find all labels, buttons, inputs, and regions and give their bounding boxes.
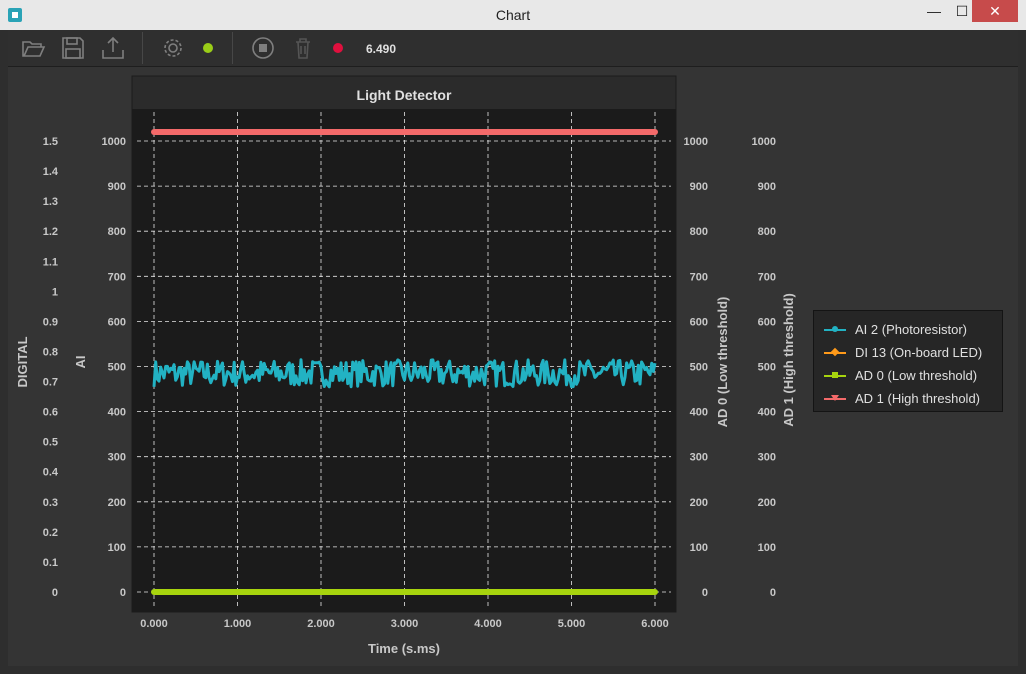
- ad1-tick-label: 700: [758, 271, 776, 283]
- digital-axis-label: DIGITAL: [15, 336, 30, 387]
- plot-background: [132, 109, 676, 612]
- diamond-marker-icon: [830, 347, 840, 357]
- legend-item-di13[interactable]: DI 13 (On-board LED): [824, 342, 1004, 364]
- triangle-marker-icon: [831, 395, 839, 401]
- ad0-tick-label: 200: [690, 497, 708, 509]
- legend-label: AD 1 (High threshold): [855, 391, 980, 406]
- ad0-tick-label: 400: [690, 407, 708, 419]
- digital-tick-label: 1: [52, 286, 58, 298]
- legend-label: AD 0 (Low threshold): [855, 368, 978, 383]
- ad1-axis-label: AD 1 (High threshold): [781, 293, 796, 427]
- x-tick-label: 6.000: [641, 618, 669, 630]
- chart-legend: AI 2 (Photoresistor) DI 13 (On-board LED…: [813, 310, 1003, 412]
- ad0-axis-label: AD 0 (Low threshold): [715, 297, 730, 428]
- chart-title: Light Detector: [357, 87, 452, 103]
- ad0-tick-label: 500: [690, 362, 708, 374]
- x-tick-label: 1.000: [224, 618, 252, 630]
- digital-tick-label: 1.2: [43, 226, 58, 238]
- ai-axis-label: AI: [73, 356, 88, 369]
- square-marker-icon: [832, 372, 838, 378]
- digital-tick-label: 1.5: [43, 136, 58, 148]
- circle-marker-icon: [832, 326, 838, 332]
- ad1-tick-label: 400: [758, 407, 776, 419]
- legend-label: DI 13 (On-board LED): [855, 345, 983, 360]
- x-tick-label: 0.000: [140, 618, 168, 630]
- ai-tick-label: 1000: [102, 136, 126, 148]
- digital-tick-label: 0.3: [43, 497, 58, 509]
- ai-tick-label: 700: [108, 271, 126, 283]
- digital-tick-label: 1.4: [43, 166, 59, 178]
- x-tick-label: 5.000: [558, 618, 586, 630]
- digital-tick-label: 1.1: [43, 256, 58, 268]
- ad0-tick-label: 900: [690, 181, 708, 193]
- ad1-tick-label: 500: [758, 362, 776, 374]
- digital-tick-label: 0.5: [43, 437, 58, 449]
- digital-tick-label: 0.8: [43, 346, 58, 358]
- digital-tick-label: 0.1: [43, 557, 58, 569]
- ai-tick-label: 300: [108, 452, 126, 464]
- legend-label: AI 2 (Photoresistor): [855, 322, 967, 337]
- ai-tick-label: 600: [108, 316, 126, 328]
- x-axis-label: Time (s.ms): [368, 641, 440, 656]
- ad0-tick-label: 1000: [684, 136, 708, 148]
- x-tick-label: 2.000: [307, 618, 335, 630]
- digital-tick-label: 0.2: [43, 527, 58, 539]
- ad0-tick-label: 600: [690, 316, 708, 328]
- ai-tick-label: 200: [108, 497, 126, 509]
- ad0-tick-label: 100: [690, 542, 708, 554]
- ad1-tick-label: 900: [758, 181, 776, 193]
- ad0-tick-label: 300: [690, 452, 708, 464]
- digital-tick-label: 0.4: [43, 467, 59, 479]
- legend-item-ad1[interactable]: AD 1 (High threshold): [824, 388, 1004, 410]
- ai-tick-label: 500: [108, 362, 126, 374]
- ai-tick-label: 800: [108, 226, 126, 238]
- ad0-tick-label: 0: [702, 587, 708, 599]
- ad1-tick-label: 1000: [752, 136, 776, 148]
- digital-tick-label: 1.3: [43, 196, 58, 208]
- ad1-tick-label: 600: [758, 316, 776, 328]
- x-tick-label: 3.000: [391, 618, 419, 630]
- ad0-tick-label: 800: [690, 226, 708, 238]
- digital-tick-label: 0.9: [43, 316, 58, 328]
- ai-tick-label: 900: [108, 181, 126, 193]
- digital-tick-label: 0.6: [43, 407, 58, 419]
- ai-tick-label: 400: [108, 407, 126, 419]
- x-tick-label: 4.000: [474, 618, 502, 630]
- legend-item-ai2[interactable]: AI 2 (Photoresistor): [824, 319, 1004, 341]
- ai-tick-label: 0: [120, 587, 126, 599]
- digital-tick-label: 0: [52, 587, 58, 599]
- ad1-tick-label: 800: [758, 226, 776, 238]
- legend-item-ad0[interactable]: AD 0 (Low threshold): [824, 365, 1004, 387]
- ai-tick-label: 100: [108, 542, 126, 554]
- ad0-tick-label: 700: [690, 271, 708, 283]
- ad1-tick-label: 200: [758, 497, 776, 509]
- ad1-tick-label: 300: [758, 452, 776, 464]
- ad1-tick-label: 0: [770, 587, 776, 599]
- ad1-tick-label: 100: [758, 542, 776, 554]
- digital-tick-label: 0.7: [43, 377, 58, 389]
